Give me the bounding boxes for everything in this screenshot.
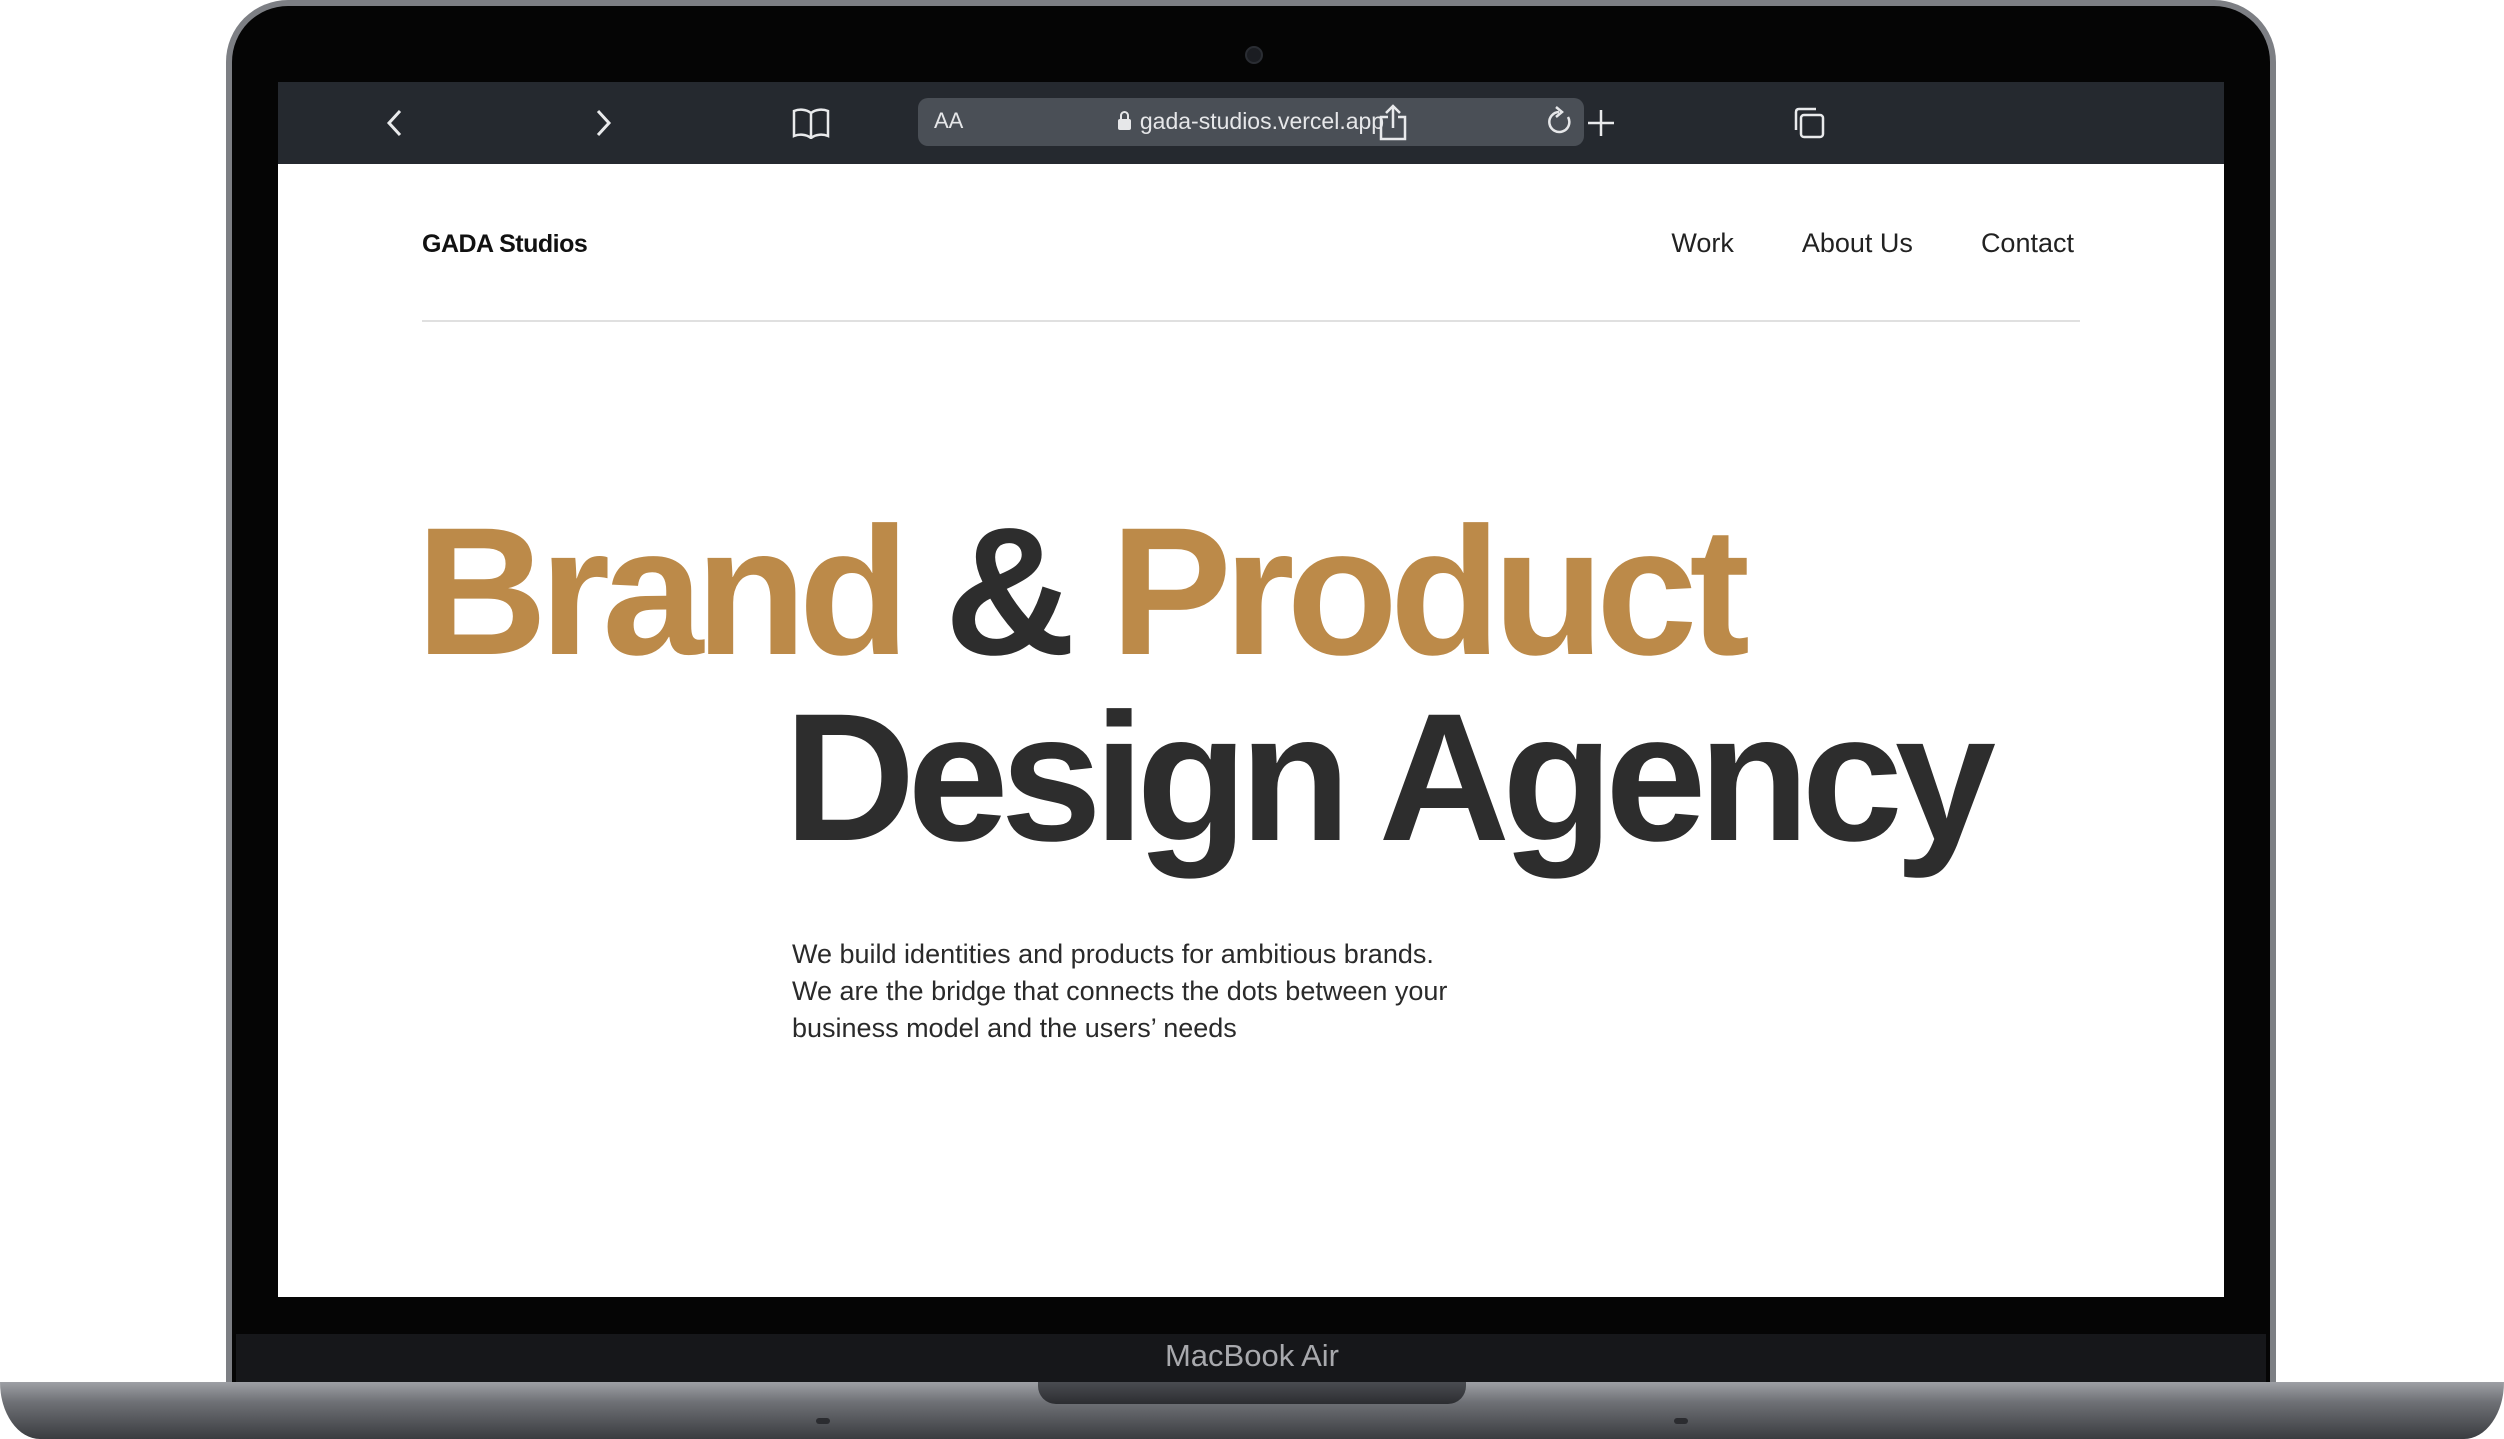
share-button[interactable] [1358, 82, 1428, 164]
web-page: GADA Studios Work About Us Contact Brand… [278, 164, 2224, 1297]
header-divider [422, 320, 2080, 322]
url-text: gada-studios.vercel.app [1139, 108, 1385, 134]
laptop-foot [1674, 1418, 1688, 1424]
hero-ampersand: & [944, 489, 1075, 693]
chevron-left-icon [386, 109, 402, 137]
bookmarks-button[interactable] [776, 82, 846, 164]
hero-tagline: We build identities and products for amb… [792, 936, 1592, 1047]
laptop-hinge-notch [1038, 1382, 1466, 1404]
hero-word-product: Product [1110, 489, 1750, 693]
site-logo[interactable]: GADA Studios [422, 230, 588, 259]
book-icon [792, 108, 830, 139]
camera-icon [1245, 46, 1263, 64]
address-bar[interactable]: AA gada-studios.vercel.app [918, 98, 1584, 146]
hero-word-brand: Brand [416, 489, 910, 693]
tagline-line: We build identities and products for amb… [792, 939, 1434, 969]
device-label: MacBook Air [1164, 1338, 1339, 1373]
url-display: gada-studios.vercel.app [918, 108, 1584, 135]
laptop-foot [816, 1418, 830, 1424]
tabs-icon [1794, 107, 1825, 139]
new-tab-button[interactable] [1566, 82, 1636, 164]
site-nav: Work About Us Contact [1671, 228, 2074, 259]
tagline-line: We are the bridge that connects the dots… [792, 976, 1448, 1006]
plus-icon [1588, 110, 1614, 136]
hero-heading-line-1: Brand & Product [416, 500, 1750, 682]
nav-link-work[interactable]: Work [1671, 228, 1734, 259]
chevron-right-icon [596, 109, 612, 137]
forward-button[interactable] [568, 82, 638, 164]
back-button[interactable] [360, 82, 430, 164]
tagline-line: business model and the users’ needs [792, 1013, 1237, 1043]
lock-icon [1117, 111, 1131, 130]
browser-toolbar: AA gada-studios.vercel.app [278, 82, 2224, 164]
nav-link-about-us[interactable]: About Us [1802, 228, 1913, 259]
hero-heading-line-2: Design Agency [784, 675, 1996, 879]
nav-link-contact[interactable]: Contact [1981, 228, 2074, 259]
share-icon [1379, 104, 1407, 141]
tabs-button[interactable] [1774, 82, 1844, 164]
browser-screen: AA gada-studios.vercel.app GADA Studios … [278, 82, 2224, 1297]
